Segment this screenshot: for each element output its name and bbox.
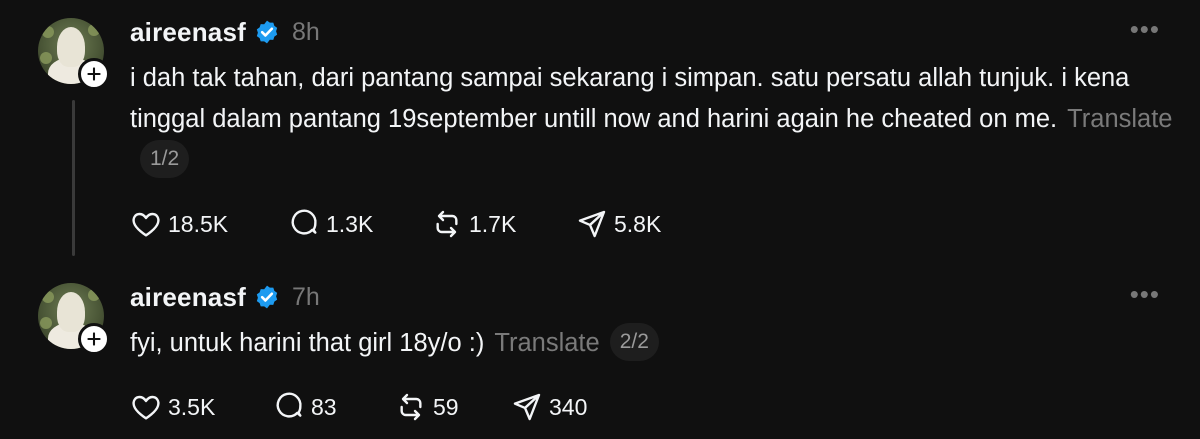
post-body: fyi, untuk harini that girl 18y/o :) [130,329,485,357]
thread-post-1: aireenasf 8h ••• i dah tak tahan, dari p… [0,0,1200,265]
share-button[interactable]: 340 [511,391,587,423]
follow-button[interactable] [78,58,110,90]
repost-count: 59 [433,393,459,420]
translate-link[interactable]: Translate [494,329,599,357]
plus-icon [87,332,101,346]
more-options-button[interactable]: ••• [1130,279,1160,310]
verified-badge-icon [254,19,280,45]
reply-button[interactable]: 83 [273,391,395,423]
like-button[interactable]: 18.5K [130,208,288,240]
post-time: 7h [291,282,320,311]
like-count: 3.5K [168,393,216,420]
repost-icon [400,393,422,421]
heart-icon [132,212,160,237]
share-count: 340 [549,393,588,420]
send-icon [578,210,606,238]
thread-page-indicator: 2/2 [609,323,659,362]
repost-icon [436,210,458,238]
translate-link[interactable]: Translate [1067,105,1172,133]
comment-icon [291,209,317,235]
verified-badge-icon [254,284,280,310]
like-button[interactable]: 3.5K [130,391,273,423]
post-body: i dah tak tahan, dari pantang sampai sek… [130,64,1130,133]
action-bar: 3.5K 83 59 340 [130,391,587,423]
more-options-button[interactable]: ••• [1130,14,1160,45]
repost-button[interactable]: 1.7K [431,208,576,240]
send-icon [513,393,541,421]
heart-icon [132,395,160,420]
comment-icon [276,392,302,418]
share-count: 5.8K [614,210,662,237]
reply-count: 1.3K [326,210,374,237]
post-time: 8h [291,17,320,46]
repost-count: 1.7K [469,210,517,237]
follow-button[interactable] [78,323,110,355]
like-count: 18.5K [168,210,229,237]
post-header: aireenasf 7h [130,281,320,313]
thread-connector-line [72,100,75,256]
post-text: i dah tak tahan, dari pantang sampai sek… [130,58,1180,181]
avatar[interactable] [38,18,110,90]
username[interactable]: aireenasf [130,17,246,48]
reply-button[interactable]: 1.3K [288,208,431,240]
reply-count: 83 [311,393,337,420]
post-header: aireenasf 8h [130,16,320,48]
share-button[interactable]: 5.8K [576,208,661,240]
thread-page-indicator: 1/2 [140,140,190,179]
action-bar: 18.5K 1.3K 1.7K 5.8K [130,208,661,240]
username[interactable]: aireenasf [130,282,246,313]
thread-post-2: aireenasf 7h ••• fyi, untuk harini that … [0,265,1200,439]
post-text: fyi, untuk harini that girl 18y/o :) Tran… [130,323,1180,364]
repost-button[interactable]: 59 [395,391,511,423]
plus-icon [87,67,101,81]
avatar[interactable] [38,283,110,355]
